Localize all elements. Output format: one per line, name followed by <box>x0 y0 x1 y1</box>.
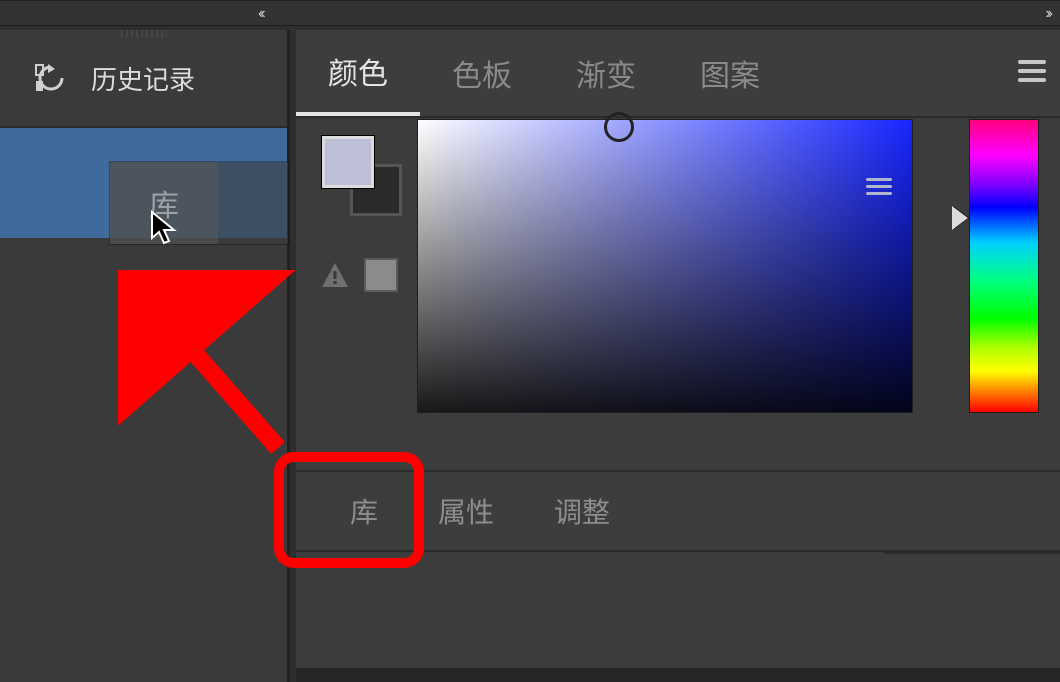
color-field-cursor-icon <box>604 112 634 142</box>
tab-adjustments[interactable]: 调整 <box>526 472 638 550</box>
warning-icon[interactable] <box>320 261 350 289</box>
tab-properties[interactable]: 属性 <box>410 472 522 550</box>
secondary-panel-tabs: 库 属性 调整 <box>296 470 1060 552</box>
gamut-warning-row <box>320 258 398 292</box>
fg-bg-swatch[interactable] <box>322 136 402 216</box>
panel-grip-icon[interactable] <box>121 30 167 38</box>
tab-color[interactable]: 颜色 <box>296 30 420 116</box>
tab-gradients[interactable]: 渐变 <box>544 30 668 116</box>
hue-slider[interactable] <box>960 120 1048 412</box>
nearest-color-swatch[interactable] <box>364 258 398 292</box>
main-panel: 颜色 色板 渐变 图案 库 属性 调整 <box>296 30 1060 682</box>
color-field-menu-icon[interactable] <box>866 178 892 196</box>
bottom-bar <box>296 668 1060 682</box>
top-bar: ‹‹ ›› <box>0 0 1060 26</box>
tab-patterns[interactable]: 图案 <box>668 30 792 116</box>
right-divider <box>884 552 1060 554</box>
foreground-color-swatch[interactable] <box>322 136 374 188</box>
panel-menu-icon[interactable] <box>1018 60 1046 82</box>
sidebar-title: 历史记录 <box>91 60 195 97</box>
collapse-right-icon[interactable]: ›› <box>1045 5 1050 23</box>
hue-strip[interactable] <box>970 120 1038 412</box>
panel-tabs: 颜色 色板 渐变 图案 <box>296 30 1060 118</box>
color-field[interactable] <box>418 120 912 412</box>
cursor-icon <box>150 210 178 246</box>
dragged-panel-tab[interactable]: 库 <box>110 162 288 244</box>
hue-pointer-icon[interactable] <box>952 206 968 230</box>
sidebar-header: 历史记录 <box>0 30 287 128</box>
history-icon <box>35 61 69 95</box>
tab-swatches[interactable]: 色板 <box>420 30 544 116</box>
sidebar: 历史记录 <box>0 30 290 682</box>
color-picker-area <box>296 118 1060 474</box>
tab-libraries[interactable]: 库 <box>322 472 406 550</box>
collapse-left-icon[interactable]: ‹‹ <box>258 5 263 23</box>
